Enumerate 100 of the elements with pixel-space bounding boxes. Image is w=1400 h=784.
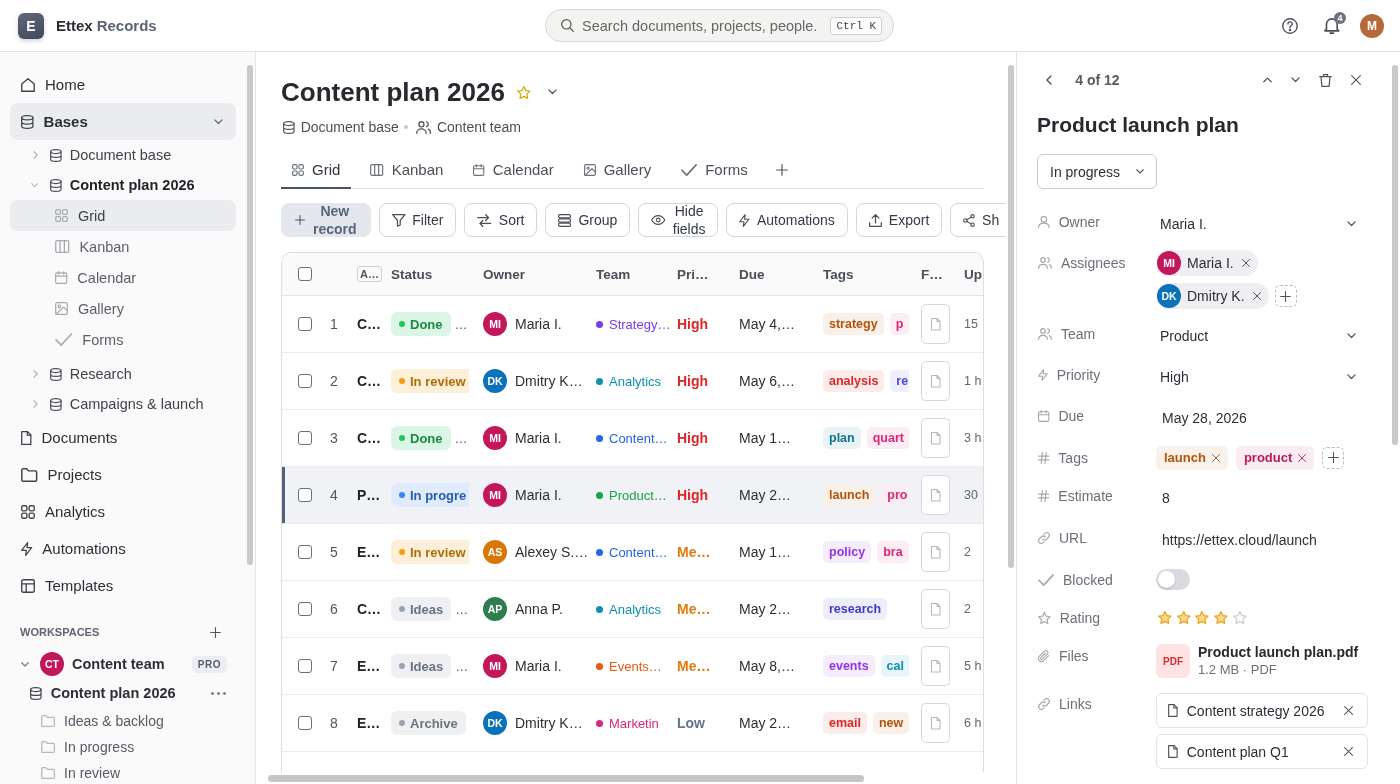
nav-item[interactable]: Documents: [10, 419, 236, 456]
field-value[interactable]: 8: [1156, 483, 1170, 513]
close-icon[interactable]: [1298, 453, 1307, 462]
close-icon[interactable]: [1211, 453, 1220, 462]
column-header[interactable]: Up: [964, 266, 982, 282]
scrollbar-thumb[interactable]: [1008, 65, 1014, 568]
trash-icon[interactable]: [1319, 73, 1332, 87]
chevron-down-icon[interactable]: [21, 661, 29, 667]
status-dropdown[interactable]: In progress: [1037, 154, 1157, 189]
assignee-chip[interactable]: MI Maria I.: [1156, 250, 1258, 276]
close-icon[interactable]: [1351, 75, 1361, 85]
view-tab[interactable]: Forms: [670, 152, 759, 189]
view-tab[interactable]: Kanban: [359, 152, 455, 189]
field-value[interactable]: https://ettex.cloud/launch: [1156, 525, 1317, 555]
close-icon[interactable]: [1241, 259, 1250, 267]
workspace-item[interactable]: CT Content team PRO: [10, 650, 236, 678]
star-icon[interactable]: [516, 85, 531, 99]
select-field[interactable]: High: [1156, 362, 1368, 391]
nav-item[interactable]: Templates: [10, 567, 236, 604]
share-button[interactable]: Sh: [950, 203, 1005, 237]
add-button[interactable]: [1322, 446, 1345, 469]
sort-button[interactable]: Sort: [464, 203, 538, 237]
chevron-down-icon[interactable]: [547, 89, 557, 95]
column-header[interactable]: Team: [596, 266, 631, 282]
nav-item[interactable]: Home: [10, 66, 236, 103]
view-item[interactable]: Grid: [10, 200, 236, 231]
plus-icon[interactable]: [210, 626, 221, 638]
table-row[interactable]: 1 C… Done … MI Maria I. Strategy… High May 4,… strategy p 15: [282, 296, 983, 353]
checkbox[interactable]: [298, 488, 312, 502]
linked-record[interactable]: Content strategy 2026: [1156, 693, 1368, 728]
view-item[interactable]: Forms: [10, 324, 236, 355]
scrollbar-thumb[interactable]: [268, 775, 864, 782]
table-row[interactable]: 4 P… In progre MI Maria I. Product… High May 2… launch pro 30: [282, 467, 983, 524]
select-field[interactable]: Maria I.: [1156, 209, 1368, 238]
view-tab[interactable]: Grid: [281, 152, 352, 189]
table-row[interactable]: 7 E… Ideas … MI Maria I. Events… Me… May 8,… events cal 5 h: [282, 638, 983, 695]
tree-item[interactable]: Campaigns & launch: [10, 389, 236, 419]
close-icon[interactable]: [1344, 706, 1353, 715]
nav-item[interactable]: Automations: [10, 530, 236, 567]
tag[interactable]: launch: [1156, 445, 1228, 470]
column-header[interactable]: Status: [391, 266, 433, 282]
column-header[interactable]: Tags: [823, 266, 854, 282]
chevron-up-icon[interactable]: [1263, 77, 1273, 83]
checkbox[interactable]: [298, 374, 312, 388]
chevron-down-icon[interactable]: [214, 118, 223, 125]
assignee-chip[interactable]: DK Dmitry K.: [1156, 283, 1269, 309]
nav-item[interactable]: Analytics: [10, 493, 236, 530]
add-button[interactable]: [1274, 285, 1297, 307]
checkbox[interactable]: [298, 716, 312, 730]
table-row[interactable]: 2 C… In review DK Dmitry K… Analytics High May 6,… analysis re 1 h: [282, 353, 983, 410]
view-tab[interactable]: Gallery: [572, 152, 663, 189]
column-header[interactable]: Pri…: [677, 266, 709, 282]
linked-record[interactable]: Content plan Q1: [1156, 734, 1368, 769]
column-header[interactable]: A…: [357, 266, 382, 282]
tree-item[interactable]: Research: [10, 359, 236, 389]
search-bar[interactable]: Search documents, projects, people. Ctrl K: [545, 9, 895, 42]
tree-item[interactable]: In review: [10, 760, 236, 784]
tree-item[interactable]: In progress: [10, 734, 236, 760]
filter-button[interactable]: Filter: [378, 203, 457, 237]
checkbox[interactable]: [298, 317, 312, 331]
checkbox[interactable]: [298, 545, 312, 559]
field-value[interactable]: May 28, 2026: [1156, 403, 1247, 433]
tree-item[interactable]: Content plan 2026: [10, 170, 236, 200]
view-item[interactable]: Calendar: [10, 262, 236, 293]
column-header[interactable]: F…: [921, 266, 943, 282]
table-row[interactable]: 8 E… Archive DK Dmitry K… Marketin Low May 2… email new 6 h: [282, 695, 983, 752]
view-item[interactable]: Gallery: [10, 293, 236, 324]
scrollbar-thumb[interactable]: [247, 65, 253, 565]
automations-button[interactable]: Automations: [726, 203, 848, 237]
close-icon[interactable]: [1252, 292, 1261, 300]
tag[interactable]: product: [1235, 445, 1315, 470]
group-button[interactable]: Group: [545, 203, 631, 237]
checkbox[interactable]: [298, 659, 312, 673]
close-icon[interactable]: [1344, 747, 1353, 756]
table-row[interactable]: 5 E… In review AS Alexey S.… Content… Me… May 1… policy bra 2: [282, 524, 983, 581]
chevron-left-icon[interactable]: [1046, 75, 1053, 85]
new-record-button[interactable]: New record: [281, 203, 371, 237]
tree-item[interactable]: Ideas & backlog: [10, 708, 236, 734]
tree-item[interactable]: Content plan 2026: [10, 678, 236, 708]
column-header[interactable]: Owner: [483, 266, 525, 282]
user-avatar[interactable]: M: [1360, 13, 1384, 38]
checkbox[interactable]: [298, 602, 312, 616]
nav-item[interactable]: Bases: [10, 103, 236, 140]
search-input[interactable]: Search documents, projects, people.: [582, 17, 823, 34]
tree-item[interactable]: Document base: [10, 140, 236, 170]
checkbox[interactable]: [298, 267, 312, 281]
file-name[interactable]: Product launch plan.pdf: [1198, 644, 1359, 661]
help-icon[interactable]: [1282, 17, 1299, 34]
nav-item[interactable]: Projects: [10, 456, 236, 493]
checkbox[interactable]: [298, 431, 312, 445]
more-icon[interactable]: [211, 691, 226, 695]
chevron-down-icon[interactable]: [1291, 77, 1300, 83]
view-item[interactable]: Kanban: [10, 231, 236, 262]
table-row[interactable]: 6 C… Ideas … AP Anna P. Analytics Me… May 2… research 2: [282, 581, 983, 638]
view-tab[interactable]: Calendar: [462, 152, 565, 189]
hide-fields-button[interactable]: Hide fields: [638, 203, 719, 237]
export-button[interactable]: Export: [855, 203, 943, 237]
column-header[interactable]: Due: [739, 266, 765, 282]
toggle-switch[interactable]: [1156, 569, 1190, 590]
select-field[interactable]: Product: [1156, 321, 1368, 350]
